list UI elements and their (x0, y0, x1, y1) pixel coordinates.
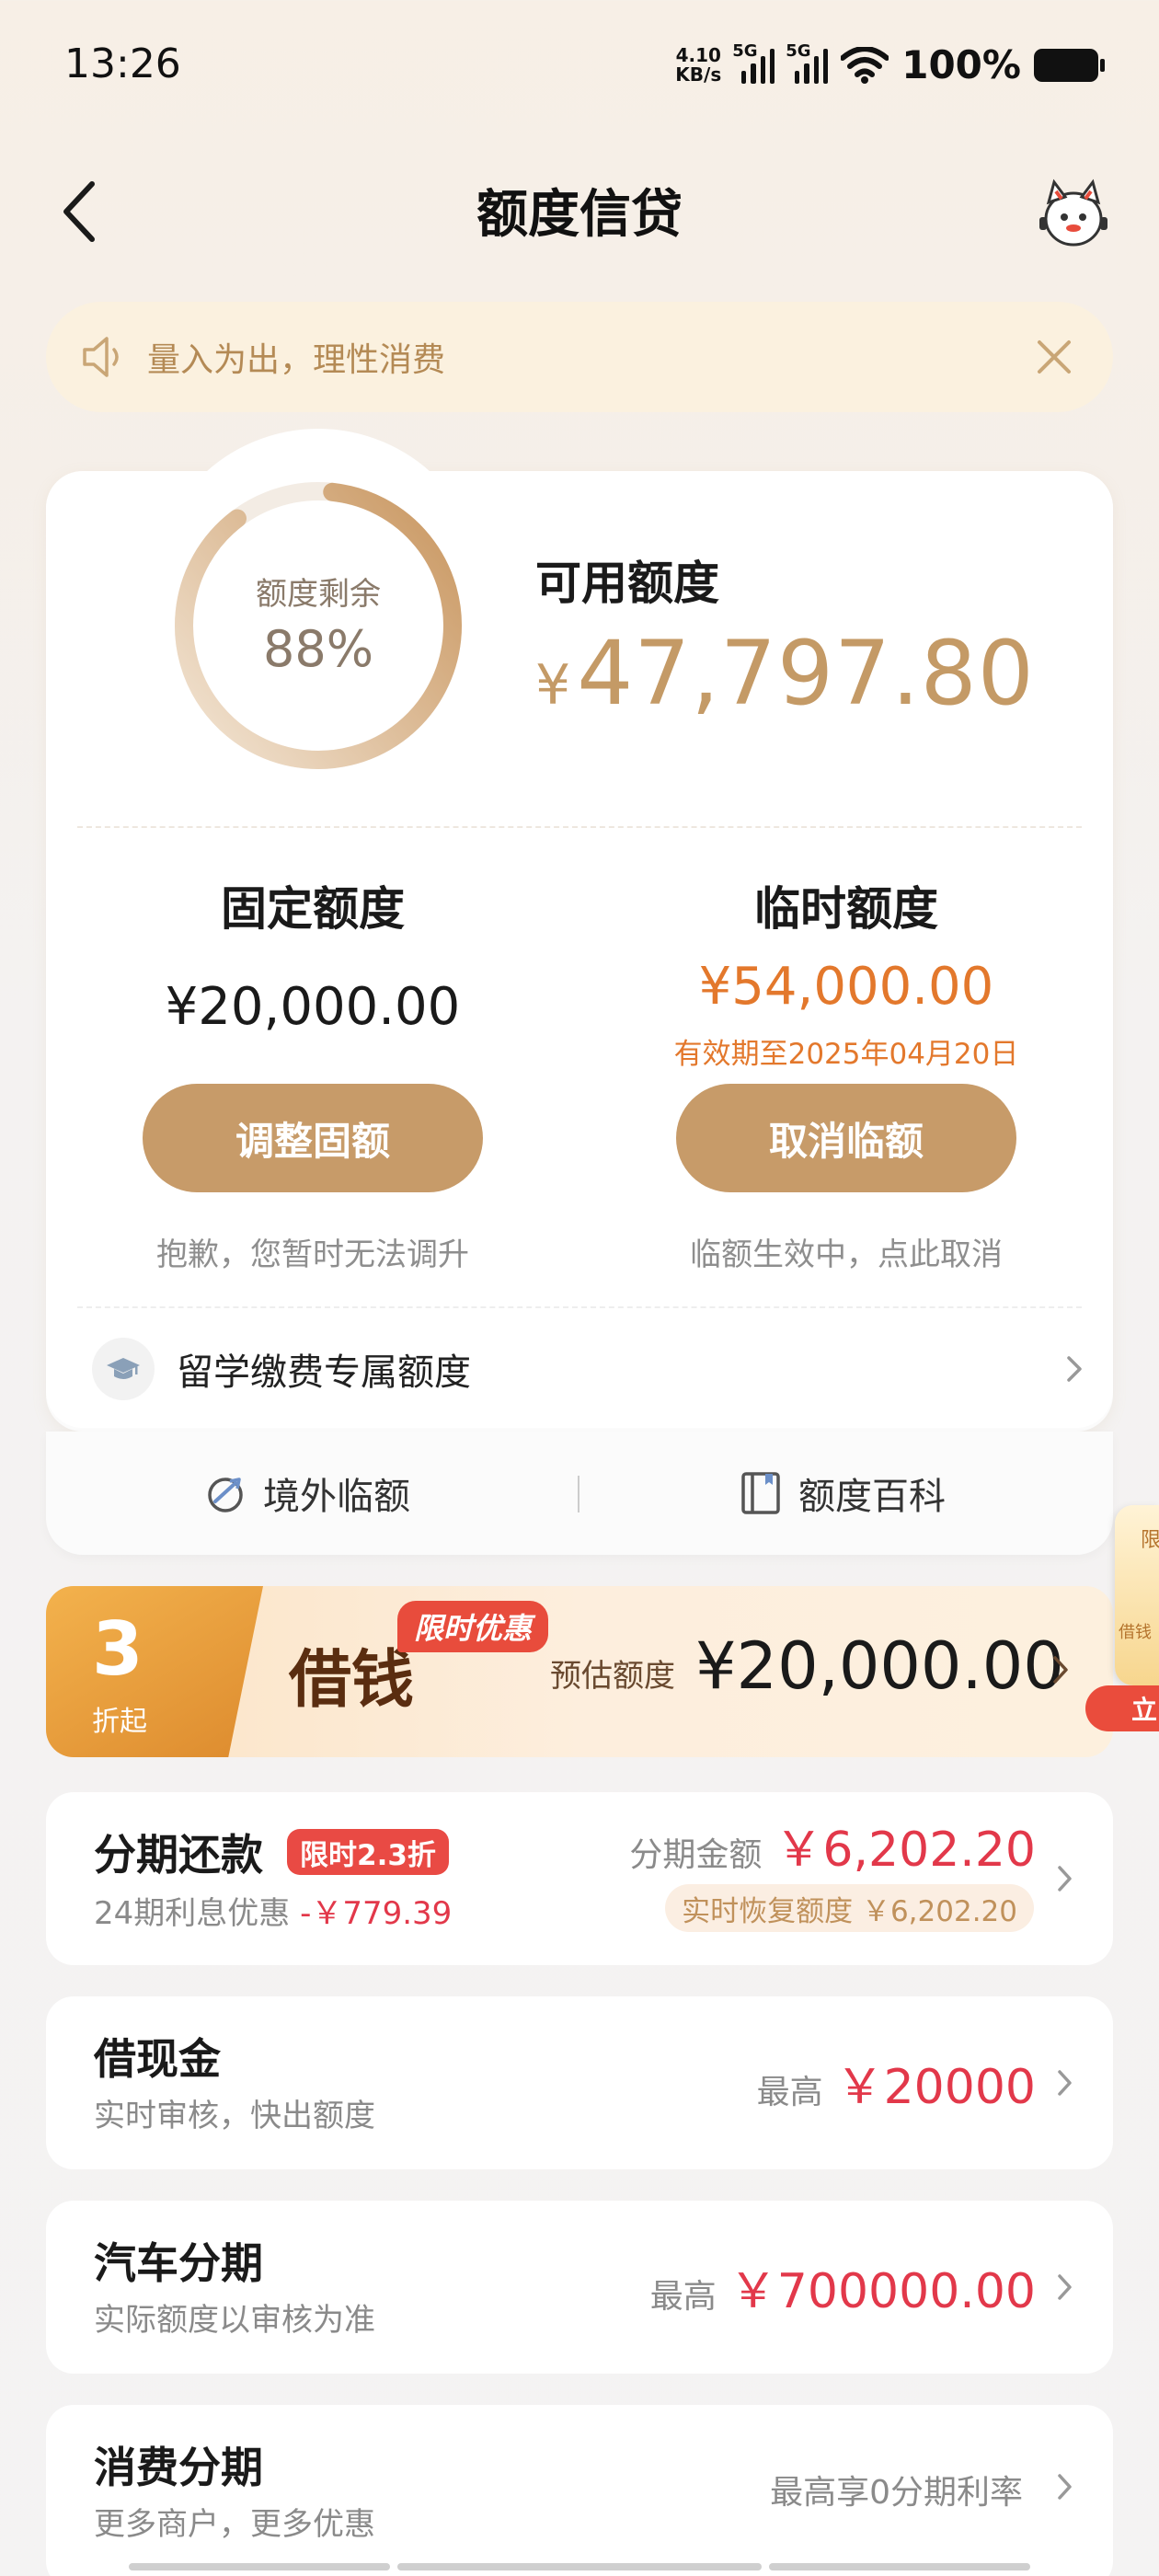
list-item-subtitle: 实际额度以审核为准 (94, 2302, 375, 2339)
available-credit-label: 可用额度 (535, 557, 719, 610)
globe-plane-icon (208, 1478, 243, 1512)
ring-percent: 88% (262, 620, 374, 678)
estimate-label: 预估额度 (550, 1658, 675, 1695)
scroll-indicator (129, 2563, 390, 2570)
fixed-credit-value: ¥20,000.00 (165, 977, 461, 1037)
study-abroad-label: 留学缴费专属额度 (177, 1351, 471, 1394)
chevron-right-icon (1058, 1866, 1072, 1892)
notice-text: 量入为出，理性消费 (147, 341, 446, 379)
temp-credit-note[interactable]: 临额生效中，点此取消 (607, 1229, 1085, 1274)
adjust-fixed-credit-button[interactable]: 调整固额 (143, 1084, 483, 1192)
restore-credit-tag: 实时恢复额度 ￥6,202.20 (665, 1884, 1034, 1932)
signal-icon: 5G (732, 41, 775, 84)
net-speed: 4.10 KB/s (675, 43, 722, 86)
divider (77, 826, 1082, 828)
list-item-amount: 最高 ￥700000.00 (649, 2264, 1036, 2319)
scroll-indicator (397, 2563, 762, 2570)
side-float-widget[interactable]: 限 借钱 (1115, 1505, 1159, 1685)
available-credit-value: ¥47,797.80 (535, 622, 1035, 725)
page-title: 额度信贷 (476, 185, 683, 245)
close-icon[interactable] (1034, 337, 1074, 377)
overseas-temp-credit-link[interactable]: 境外临额 (202, 1466, 410, 1520)
battery-icon (1034, 48, 1105, 82)
battery-percent: 100% (901, 42, 1021, 87)
chevron-right-icon (1053, 1656, 1068, 1684)
discount-number: 3 (92, 1606, 143, 1692)
divider (77, 1306, 1082, 1308)
chevron-right-icon (1058, 2274, 1072, 2300)
list-item-title: 分期还款 (94, 1830, 263, 1880)
status-icons: 4.10 KB/s 5G 5G 100% (675, 41, 1105, 87)
ring-label: 额度剩余 (256, 576, 381, 613)
fixed-credit-title: 固定额度 (221, 882, 405, 936)
list-item-subtitle: 更多商户，更多优惠 (94, 2506, 375, 2543)
signal-icon: 5G (786, 41, 829, 84)
temp-credit-title: 临时额度 (754, 882, 938, 936)
side-float-button[interactable]: 立 (1085, 1685, 1159, 1731)
status-time: 13:26 (64, 40, 181, 87)
separator (578, 1476, 580, 1512)
temp-credit-value: ¥54,000.00 (698, 957, 994, 1017)
discount-badge (46, 1586, 263, 1757)
notice-bar: 量入为出，理性消费 (46, 302, 1113, 412)
scroll-indicator (769, 2563, 1030, 2570)
list-item-subtitle: 24期利息优惠 -￥779.39 (94, 1895, 453, 1932)
list-item-title: 借现金 (94, 2034, 221, 2084)
speaker-icon (83, 337, 119, 377)
chevron-right-icon (1058, 2474, 1072, 2500)
borrow-label: 借钱 (289, 1643, 415, 1717)
credit-wiki-link[interactable]: 额度百科 (740, 1466, 946, 1520)
list-item-amount: 分期金额 ￥6,202.20 (629, 1823, 1036, 1878)
list-item-title: 汽车分期 (94, 2238, 263, 2288)
fixed-credit-note: 抱歉，您暂时无法调升 (156, 1236, 469, 1273)
study-abroad-credit-row[interactable]: 留学缴费专属额度 (92, 1332, 1085, 1406)
list-item-amount: 最高享0分期利率 (770, 2474, 1023, 2512)
mascot-icon[interactable] (1034, 175, 1113, 254)
graduation-cap-icon (92, 1338, 155, 1400)
wifi-icon (841, 46, 889, 84)
list-item-subtitle: 实时审核，快出额度 (94, 2098, 375, 2134)
list-item-title: 消费分期 (94, 2443, 263, 2492)
book-icon (741, 1472, 780, 1514)
estimate-value: ¥20,000.00 (695, 1628, 1064, 1704)
discount-suffix: 折起 (92, 1706, 147, 1738)
limited-offer-tag: 限时优惠 (397, 1601, 549, 1652)
cancel-temp-credit-button[interactable]: 取消临额 (676, 1084, 1016, 1192)
chevron-right-icon (1058, 2070, 1072, 2096)
list-item-amount: 最高 ￥20000 (756, 2060, 1036, 2115)
chevron-right-icon (1067, 1356, 1082, 1382)
temp-credit-expiry: 有效期至2025年04月20日 (673, 1038, 1019, 1071)
discount-tag: 限时2.3折 (287, 1829, 449, 1875)
